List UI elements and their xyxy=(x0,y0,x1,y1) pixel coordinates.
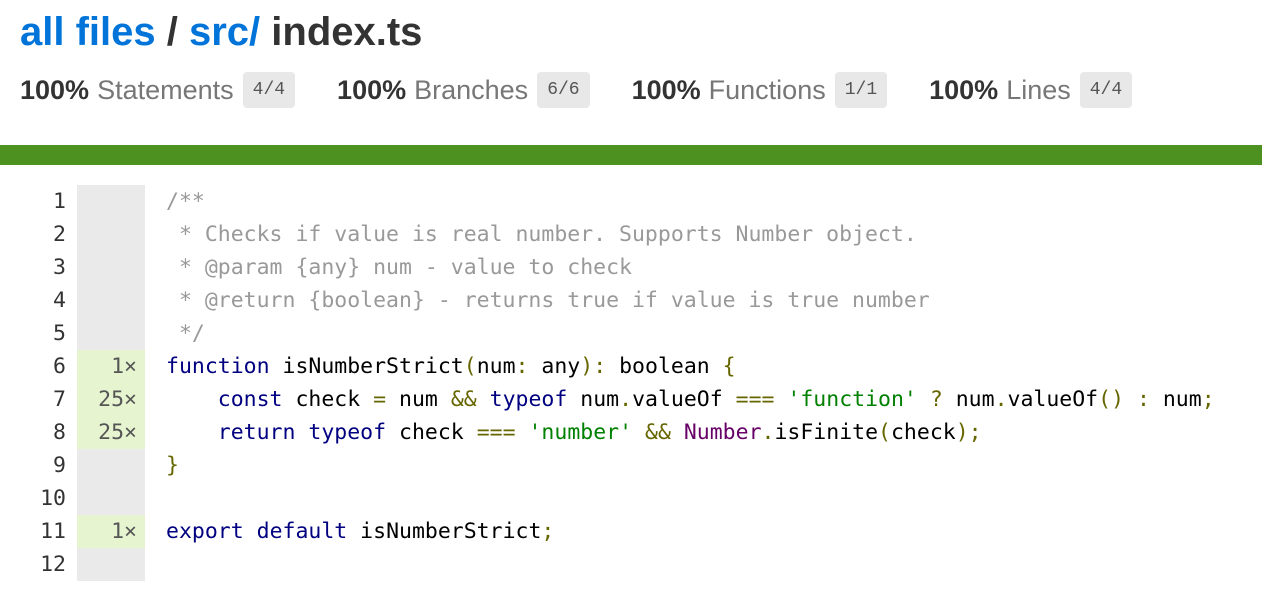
line-hit-count: 1× xyxy=(77,515,145,548)
code-text: * @param {any} num - value to check xyxy=(166,255,632,280)
code-line: 8 25× return typeof check === 'number' &… xyxy=(0,416,1215,449)
code-text: * Checks if value is real number. Suppor… xyxy=(166,222,917,247)
stat-lines: 100% Lines 4/4 xyxy=(929,72,1133,108)
code-line: 9 } xyxy=(0,449,1215,482)
stat-label: Lines xyxy=(1006,74,1071,105)
code-line: 12 xyxy=(0,548,1215,581)
line-hit-count xyxy=(77,548,145,581)
breadcrumb: all files / src/ index.ts xyxy=(20,8,1242,56)
code-line: 6 1× function isNumberStrict(num: any): … xyxy=(0,350,1215,383)
code-line: 11 1× export default isNumberStrict; xyxy=(0,515,1215,548)
code-text: */ xyxy=(166,321,205,346)
line-hit-count: 25× xyxy=(77,416,145,449)
code-line: 2 * Checks if value is real number. Supp… xyxy=(0,218,1215,251)
stat-percent: 100% xyxy=(929,74,999,105)
report-header: all files / src/ index.ts 100% Statement… xyxy=(0,0,1262,110)
stat-label: Statements xyxy=(97,74,234,105)
stat-branches: 100% Branches 6/6 xyxy=(337,72,590,108)
code-line: 1 /** xyxy=(0,185,1215,218)
stat-functions: 100% Functions 1/1 xyxy=(632,72,888,108)
code-line: 10 xyxy=(0,482,1215,515)
breadcrumb-current-file: index.ts xyxy=(271,10,423,54)
stat-fraction-badge: 6/6 xyxy=(537,72,590,108)
code-text: } xyxy=(166,453,179,478)
stat-percent: 100% xyxy=(337,74,407,105)
line-number-link[interactable]: 2 xyxy=(0,218,77,251)
line-hit-count xyxy=(77,317,145,350)
stat-fraction-badge: 4/4 xyxy=(242,72,296,108)
line-hit-count xyxy=(77,251,145,284)
code-line: 7 25× const check = num && typeof num.va… xyxy=(0,383,1215,416)
code-text: return typeof check === 'number' && Numb… xyxy=(217,420,982,445)
code-line: 3 * @param {any} num - value to check xyxy=(0,251,1215,284)
code-text: export default isNumberStrict; xyxy=(166,519,555,544)
line-number-link[interactable]: 9 xyxy=(0,449,77,482)
line-number-link[interactable]: 1 xyxy=(0,185,77,218)
line-number-link[interactable]: 3 xyxy=(0,251,77,284)
line-hit-count: 25× xyxy=(77,383,145,416)
stat-fraction-badge: 4/4 xyxy=(1079,72,1133,108)
breadcrumb-separator xyxy=(260,10,271,54)
breadcrumb-all-files-link[interactable]: all files xyxy=(20,10,156,54)
line-number-link[interactable]: 4 xyxy=(0,284,77,317)
coverage-status-bar xyxy=(0,145,1262,165)
line-number-link[interactable]: 5 xyxy=(0,317,77,350)
source-coverage-table: 1 /** 2 * Checks if value is real number… xyxy=(0,185,1215,581)
code-text: /** xyxy=(166,189,205,214)
line-hit-count xyxy=(77,449,145,482)
line-number-link[interactable]: 6 xyxy=(0,350,77,383)
line-number-link[interactable]: 10 xyxy=(0,482,77,515)
breadcrumb-separator: / xyxy=(155,10,189,54)
line-hit-count xyxy=(77,482,145,515)
code-text: function isNumberStrict(num: any): boole… xyxy=(166,354,736,379)
line-number-link[interactable]: 7 xyxy=(0,383,77,416)
line-hit-count xyxy=(77,185,145,218)
code-text: const check = num && typeof num.valueOf … xyxy=(217,387,1215,412)
line-number-link[interactable]: 11 xyxy=(0,515,77,548)
code-line: 4 * @return {boolean} - returns true if … xyxy=(0,284,1215,317)
stat-fraction-badge: 1/1 xyxy=(834,72,888,108)
line-number-link[interactable]: 8 xyxy=(0,416,77,449)
code-line: 5 */ xyxy=(0,317,1215,350)
stat-percent: 100% xyxy=(631,74,701,105)
line-hit-count xyxy=(77,218,145,251)
code-text: * @return {boolean} - returns true if va… xyxy=(166,288,930,313)
stat-label: Functions xyxy=(708,74,826,105)
stat-statements: 100% Statements 4/4 xyxy=(20,72,296,108)
coverage-summary: 100% Statements 4/4 100% Branches 6/6 10… xyxy=(20,70,1242,110)
line-hit-count xyxy=(77,284,145,317)
stat-label: Branches xyxy=(414,74,529,105)
breadcrumb-src-link[interactable]: src/ xyxy=(189,10,260,54)
line-hit-count: 1× xyxy=(77,350,145,383)
stat-percent: 100% xyxy=(20,74,90,105)
line-number-link[interactable]: 12 xyxy=(0,548,77,581)
